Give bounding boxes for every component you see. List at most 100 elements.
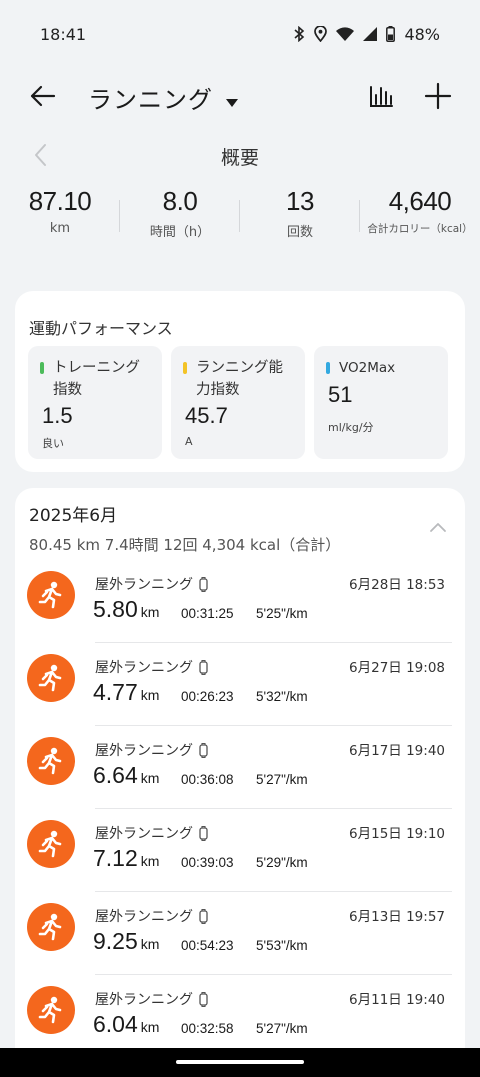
activity-type-label: 屋外ランニング xyxy=(95,992,193,1008)
activity-pace: 5'32"/km xyxy=(256,689,308,704)
activity-date: 6月27日 19:08 xyxy=(349,660,445,676)
activity-date: 6月11日 19:40 xyxy=(349,992,445,1008)
distance-unit: km xyxy=(140,853,160,869)
status-icons: 48% xyxy=(293,25,440,44)
tile-label: トレーニング指数 xyxy=(53,360,140,398)
runner-icon xyxy=(27,986,75,1034)
activity-distance: 4.77 km xyxy=(93,679,159,706)
activity-date: 6月15日 19:10 xyxy=(349,826,445,842)
activity-row[interactable]: 屋外ランニング 6月15日 19:10 7.12 km 00:39:03 5'29… xyxy=(15,809,465,892)
stat-time: 8.0 時間（h） xyxy=(120,186,240,246)
home-handle[interactable] xyxy=(176,1060,304,1064)
stat-value: 87.10 xyxy=(28,186,92,216)
summary-label: 概要 xyxy=(220,147,259,169)
runner-icon xyxy=(27,571,75,619)
activity-list: 屋外ランニング 6月28日 18:53 5.80 km 00:31:25 5'25… xyxy=(15,560,465,1058)
tile-name: トレーニング指数 xyxy=(40,357,150,401)
battery-percent: 48% xyxy=(404,24,440,44)
tile-label: VO2Max xyxy=(339,360,396,376)
watch-icon xyxy=(199,659,208,675)
distance-value: 9.25 xyxy=(93,928,138,954)
activity-duration: 00:26:23 xyxy=(181,689,234,704)
distance-value: 6.04 xyxy=(93,1011,138,1037)
activity-row[interactable]: 屋外ランニング 6月28日 18:53 5.80 km 00:31:25 5'25… xyxy=(15,560,465,643)
distance-unit: km xyxy=(140,604,160,620)
tile-value: 1.5 xyxy=(42,403,73,428)
performance-tiles: トレーニング指数 1.5 良い ランニング能力指数 45.7 A VO2Max … xyxy=(28,346,448,459)
activity-type: 屋外ランニング xyxy=(95,657,208,677)
stat-unit: 時間（h） xyxy=(149,225,211,240)
distance-value: 7.12 xyxy=(93,845,138,871)
training-index-tile[interactable]: トレーニング指数 1.5 良い xyxy=(28,346,162,459)
activity-duration: 00:36:08 xyxy=(181,772,234,787)
month-title: 2025年6月 xyxy=(29,506,118,526)
tile-color-bar xyxy=(326,362,330,374)
activity-duration: 00:39:03 xyxy=(181,855,234,870)
distance-unit: km xyxy=(140,1019,160,1035)
chevron-up-icon[interactable] xyxy=(429,518,447,532)
back-arrow-icon[interactable] xyxy=(28,81,58,111)
activity-date: 6月17日 19:40 xyxy=(349,743,445,759)
status-time: 18:41 xyxy=(40,24,87,44)
app-bar: ランニング xyxy=(0,68,480,124)
activity-type-label: 屋外ランニング xyxy=(95,660,193,676)
distance-value: 6.64 xyxy=(93,762,138,788)
page-title: ランニング xyxy=(88,86,213,114)
stat-value: 8.0 xyxy=(162,186,198,216)
activity-type: 屋外ランニング xyxy=(95,740,208,760)
distance-unit: km xyxy=(140,770,160,786)
activity-date: 6月13日 19:57 xyxy=(349,909,445,925)
activity-type-label: 屋外ランニング xyxy=(95,577,193,593)
month-header: 2025年6月 80.45 km 7.4時間 12回 4,304 kcal（合計… xyxy=(29,501,340,555)
vo2max-tile[interactable]: VO2Max 51 ml/kg/分 xyxy=(314,346,448,459)
activity-duration: 00:54:23 xyxy=(181,938,234,953)
stat-unit: 合計カロリー（kcal） xyxy=(367,223,473,235)
stat-unit: 回数 xyxy=(286,225,313,240)
activity-row[interactable]: 屋外ランニング 6月17日 19:40 6.64 km 00:36:08 5'27… xyxy=(15,726,465,809)
tile-value: 45.7 xyxy=(185,403,228,428)
tile-name: VO2Max xyxy=(326,357,436,379)
runner-icon xyxy=(27,737,75,785)
activity-type-label: 屋外ランニング xyxy=(95,826,193,842)
stat-value: 4,640 xyxy=(388,186,452,216)
distance-value: 4.77 xyxy=(93,679,138,705)
bar-chart-icon[interactable] xyxy=(367,82,395,110)
activity-type: 屋外ランニング xyxy=(95,989,208,1009)
status-bar: 18:41 48% xyxy=(0,0,480,68)
tile-sub: A xyxy=(185,435,193,448)
tile-sub: 良い xyxy=(42,437,64,450)
activity-pace: 5'25"/km xyxy=(256,606,308,621)
distance-unit: km xyxy=(140,687,160,703)
stat-unit: km xyxy=(49,221,71,236)
performance-title: 運動パフォーマンス xyxy=(29,319,173,338)
stat-distance: 87.10 km xyxy=(0,186,120,246)
performance-card: 運動パフォーマンス トレーニング指数 1.5 良い ランニング能力指数 45.7… xyxy=(15,291,465,472)
stat-calories: 4,640 合計カロリー（kcal） xyxy=(360,186,480,246)
location-icon xyxy=(314,26,328,42)
activity-duration: 00:31:25 xyxy=(181,606,234,621)
activity-row[interactable]: 屋外ランニング 6月11日 19:40 6.04 km 00:32:58 5'27… xyxy=(15,975,465,1058)
watch-icon xyxy=(199,742,208,758)
tile-value: 51 xyxy=(328,382,353,407)
runner-icon xyxy=(27,903,75,951)
system-nav-bar xyxy=(0,1048,480,1077)
activity-row[interactable]: 屋外ランニング 6月13日 19:57 9.25 km 00:54:23 5'53… xyxy=(15,892,465,975)
activity-distance: 9.25 km xyxy=(93,928,159,955)
activity-distance: 6.64 km xyxy=(93,762,159,789)
runner-icon xyxy=(27,820,75,868)
stat-value: 13 xyxy=(286,186,314,216)
summary-nav: 概要 xyxy=(0,138,480,172)
watch-icon xyxy=(199,825,208,841)
activity-date: 6月28日 18:53 xyxy=(349,577,445,593)
running-ability-tile[interactable]: ランニング能力指数 45.7 A xyxy=(171,346,305,459)
activity-type: 屋外ランニング xyxy=(95,574,208,594)
activity-row[interactable]: 屋外ランニング 6月27日 19:08 4.77 km 00:26:23 5'32… xyxy=(15,643,465,726)
add-icon[interactable] xyxy=(423,81,453,111)
runner-icon xyxy=(27,654,75,702)
activity-type: 屋外ランニング xyxy=(95,906,208,926)
activity-pace: 5'29"/km xyxy=(256,855,308,870)
tile-label: ランニング能力指数 xyxy=(196,360,283,398)
distance-unit: km xyxy=(140,936,160,952)
sport-type-selector[interactable]: ランニング xyxy=(88,80,239,115)
wifi-icon xyxy=(336,27,355,41)
